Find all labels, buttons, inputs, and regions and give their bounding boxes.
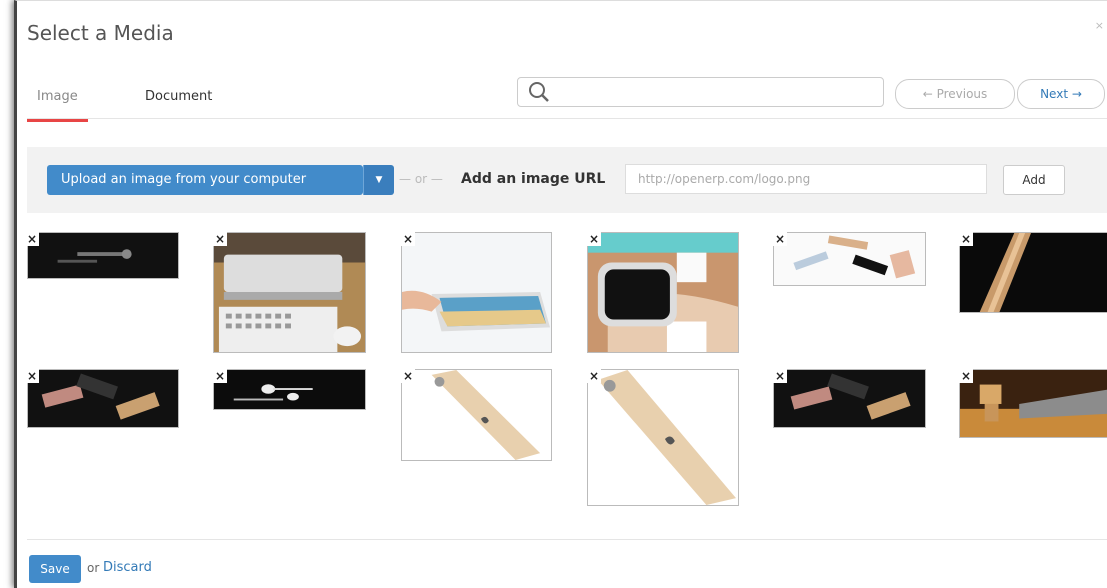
- media-dialog: Select a Media × Image Document ← Previo…: [14, 0, 1107, 588]
- url-label: Add an image URL: [461, 171, 606, 187]
- tab-document[interactable]: Document: [145, 89, 212, 112]
- search-icon: [528, 81, 550, 107]
- or-label: or: [87, 561, 100, 575]
- image-thumbnail[interactable]: [401, 369, 552, 461]
- delete-image-icon[interactable]: ×: [773, 232, 787, 246]
- image-thumbnail[interactable]: [773, 369, 926, 428]
- image-thumbnail[interactable]: [959, 369, 1107, 438]
- delete-image-icon[interactable]: ×: [959, 369, 973, 383]
- image-thumbnail[interactable]: [213, 232, 366, 353]
- tab-image[interactable]: Image: [27, 89, 88, 122]
- delete-image-icon[interactable]: ×: [213, 369, 227, 383]
- image-thumbnail[interactable]: [959, 232, 1107, 313]
- image-url-input[interactable]: [625, 164, 987, 194]
- image-thumbnail[interactable]: [27, 232, 179, 279]
- image-thumbnail[interactable]: [213, 369, 366, 410]
- upload-dropdown-caret-icon[interactable]: ▼: [363, 165, 394, 195]
- delete-image-icon[interactable]: ×: [25, 232, 39, 246]
- previous-button[interactable]: ← Previous: [895, 79, 1015, 109]
- upload-bar: Upload an image from your computer ▼ — o…: [27, 147, 1107, 213]
- delete-image-icon[interactable]: ×: [773, 369, 787, 383]
- dialog-title: Select a Media: [27, 21, 174, 45]
- footer-divider: [27, 539, 1107, 540]
- delete-image-icon[interactable]: ×: [401, 369, 415, 383]
- image-thumbnail[interactable]: [587, 369, 739, 506]
- delete-image-icon[interactable]: ×: [401, 232, 415, 246]
- close-icon[interactable]: ×: [1095, 19, 1104, 32]
- delete-image-icon[interactable]: ×: [213, 232, 227, 246]
- save-button[interactable]: Save: [29, 555, 81, 583]
- delete-image-icon[interactable]: ×: [587, 369, 601, 383]
- tabs-divider: [27, 118, 1107, 119]
- or-separator: — or —: [399, 172, 443, 186]
- image-thumbnail[interactable]: [587, 232, 739, 353]
- image-thumbnail[interactable]: [401, 232, 552, 353]
- delete-image-icon[interactable]: ×: [25, 369, 39, 383]
- image-thumbnail[interactable]: [773, 232, 926, 286]
- search-input[interactable]: [517, 77, 884, 107]
- image-thumbnail[interactable]: [27, 369, 179, 428]
- next-button[interactable]: Next →: [1017, 79, 1105, 109]
- add-url-button[interactable]: Add: [1003, 165, 1065, 195]
- discard-link[interactable]: Discard: [103, 560, 152, 575]
- delete-image-icon[interactable]: ×: [587, 232, 601, 246]
- upload-image-button[interactable]: Upload an image from your computer: [47, 165, 363, 195]
- delete-image-icon[interactable]: ×: [959, 232, 973, 246]
